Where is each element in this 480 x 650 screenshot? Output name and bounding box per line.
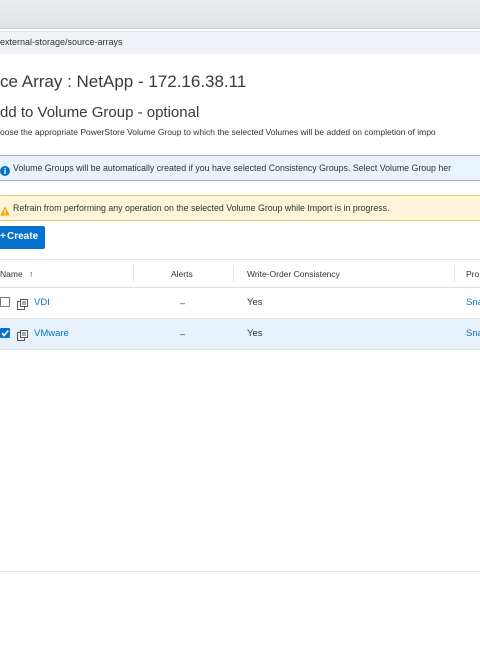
column-header-protection[interactable]: Pro: [466, 269, 479, 279]
volume-group-table: Name ↑ Alerts Write-Order Consistency Pr…: [0, 259, 480, 350]
address-bar-url: external-storage/source-arrays: [0, 37, 123, 47]
table-header: Name ↑ Alerts Write-Order Consistency Pr…: [0, 259, 480, 288]
volume-group-icon: [17, 297, 28, 315]
create-button-label: Create: [7, 231, 39, 242]
column-divider[interactable]: [233, 265, 234, 282]
info-banner: Volume Groups will be automatically crea…: [0, 155, 480, 181]
checkmark-icon: [1, 330, 9, 337]
warning-banner-text: Refrain from performing any operation on…: [13, 203, 390, 213]
warning-banner: Refrain from performing any operation on…: [0, 195, 480, 221]
volume-group-name-link[interactable]: VDI: [34, 297, 50, 308]
protection-policy-link[interactable]: Sna: [466, 297, 480, 308]
column-header-write-order[interactable]: Write-Order Consistency: [247, 269, 340, 279]
address-bar[interactable]: external-storage/source-arrays: [0, 31, 480, 55]
step-description: oose the appropriate PowerStore Volume G…: [0, 127, 436, 137]
alerts-cell: –: [180, 329, 186, 339]
sort-ascending-icon[interactable]: ↑: [29, 269, 33, 279]
info-banner-text: Volume Groups will be automatically crea…: [13, 163, 452, 173]
browser-tab-bar: [0, 0, 480, 29]
column-divider[interactable]: [454, 265, 455, 282]
column-divider[interactable]: [133, 265, 134, 282]
footer-divider: [0, 571, 480, 572]
alerts-cell: –: [180, 298, 186, 308]
plus-icon: +: [0, 231, 6, 242]
step-title: dd to Volume Group - optional: [0, 104, 200, 121]
volume-group-name-link[interactable]: VMware: [34, 328, 69, 339]
table-row[interactable]: VDI – Yes Sna: [0, 288, 480, 319]
column-header-name[interactable]: Name ↑: [0, 269, 33, 279]
row-checkbox[interactable]: [0, 297, 10, 307]
info-icon: [0, 163, 10, 181]
column-header-alerts[interactable]: Alerts: [171, 269, 193, 279]
row-checkbox-checked[interactable]: [0, 328, 10, 338]
volume-group-icon: [17, 328, 28, 346]
write-order-cell: Yes: [247, 328, 263, 339]
main-content: [0, 54, 480, 650]
write-order-cell: Yes: [247, 297, 263, 308]
create-button[interactable]: + Create: [0, 226, 45, 249]
warning-icon: [0, 203, 10, 221]
page-title: ce Array : NetApp - 172.16.38.11: [0, 72, 247, 91]
table-row[interactable]: VMware – Yes Sna: [0, 319, 480, 350]
protection-policy-link[interactable]: Sna: [466, 328, 480, 339]
